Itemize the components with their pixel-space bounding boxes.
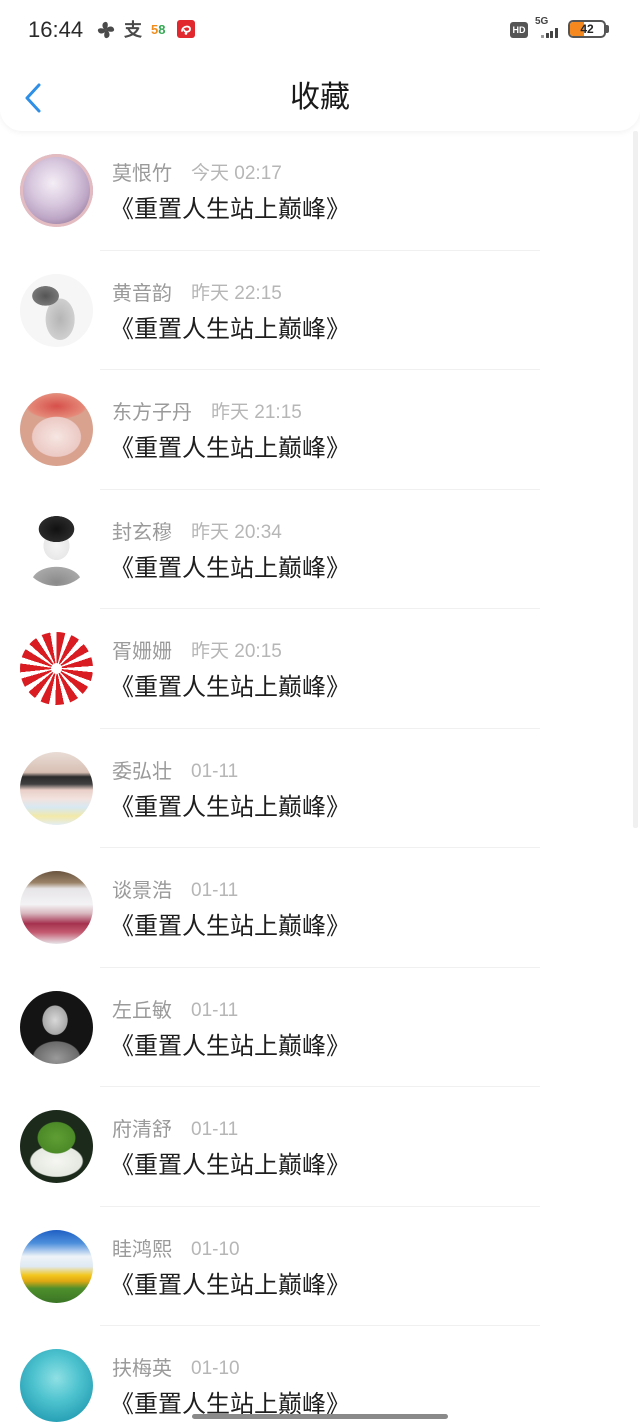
user-name: 黄音韵 <box>112 282 172 305</box>
avatar[interactable] <box>20 273 93 347</box>
avatar[interactable] <box>20 990 93 1064</box>
signal-bar <box>541 35 544 38</box>
pinwheel-icon <box>96 20 116 40</box>
list-item[interactable]: 眭鸿熙 01-10 《重置人生站上巅峰》 <box>0 1207 640 1326</box>
favorites-list[interactable]: 莫恨竹 今天 02:17 《重置人生站上巅峰》 黄音韵 昨天 22:15 《重置… <box>0 131 640 1422</box>
item-time: 01-10 <box>191 1238 240 1260</box>
list-item[interactable]: 委弘壮 01-11 《重置人生站上巅峰》 <box>0 729 640 848</box>
user-name: 胥姗姗 <box>112 641 172 663</box>
network-type: 5G <box>535 16 549 27</box>
red-app-icon <box>176 19 196 39</box>
item-time: 昨天 20:34 <box>191 521 282 543</box>
item-time: 昨天 22:15 <box>191 282 282 304</box>
item-time: 01-11 <box>191 760 239 782</box>
user-name: 封玄穆 <box>112 521 172 544</box>
item-meta: 扶梅英 01-10 <box>112 1356 240 1382</box>
item-meta: 眭鸿熙 01-10 <box>112 1237 240 1263</box>
back-button[interactable] <box>18 78 52 118</box>
item-time: 昨天 21:15 <box>211 402 302 423</box>
item-meta: 府清舒 01-11 <box>112 1117 238 1143</box>
signal-bar <box>545 33 549 38</box>
avatar[interactable] <box>20 632 93 705</box>
book-title: 《重置人生站上巅峰》 <box>110 435 350 462</box>
book-title: 《重置人生站上巅峰》 <box>110 315 350 343</box>
battery-level: 42 <box>580 22 594 36</box>
book-title: 《重置人生站上巅峰》 <box>110 1152 350 1179</box>
list-item[interactable]: 府清舒 01-11 《重置人生站上巅峰》 <box>0 1087 640 1207</box>
list-item[interactable]: 黄音韵 昨天 22:15 《重置人生站上巅峰》 <box>0 251 640 370</box>
signal-bar <box>550 31 553 38</box>
battery-tip <box>606 25 609 33</box>
status-time: 16:44 <box>28 17 84 42</box>
hd-badge: HD <box>510 22 528 38</box>
item-meta: 黄音韵 昨天 22:15 <box>112 281 282 307</box>
avatar[interactable] <box>20 871 93 944</box>
avatar[interactable] <box>20 751 93 825</box>
top-bar: 16:44 支 58 HD 5G 42 收藏 <box>0 0 640 131</box>
item-time: 昨天 20:15 <box>191 641 282 662</box>
item-meta: 东方子丹 昨天 21:15 <box>112 400 302 426</box>
signal-icon <box>541 28 559 38</box>
user-name: 莫恨竹 <box>112 163 172 185</box>
signal-bar <box>554 28 558 38</box>
alipay-icon: 支 <box>124 20 142 40</box>
item-meta: 莫恨竹 今天 02:17 <box>112 161 282 187</box>
list-item[interactable]: 东方子丹 昨天 21:15 《重置人生站上巅峰》 <box>0 370 640 490</box>
user-name: 谈景浩 <box>112 880 172 902</box>
item-meta: 谈景浩 01-11 <box>112 878 238 904</box>
user-name: 扶梅英 <box>112 1358 172 1380</box>
battery-icon: 42 <box>568 20 606 38</box>
list-item[interactable]: 胥姗姗 昨天 20:15 《重置人生站上巅峰》 <box>0 609 640 729</box>
user-name: 东方子丹 <box>112 402 192 424</box>
item-meta: 胥姗姗 昨天 20:15 <box>112 639 282 665</box>
list-item[interactable]: 莫恨竹 今天 02:17 《重置人生站上巅峰》 <box>0 131 640 251</box>
avatar[interactable] <box>20 1110 93 1183</box>
user-name: 眭鸿熙 <box>112 1238 172 1261</box>
item-meta: 委弘壮 01-11 <box>112 759 238 785</box>
item-time: 01-11 <box>191 880 239 901</box>
list-item[interactable]: 左丘敏 01-11 《重置人生站上巅峰》 <box>0 968 640 1087</box>
home-indicator[interactable] <box>192 1414 448 1419</box>
book-title: 《重置人生站上巅峰》 <box>110 913 350 940</box>
book-title: 《重置人生站上巅峰》 <box>110 1271 350 1299</box>
user-name: 左丘敏 <box>112 999 172 1022</box>
book-title: 《重置人生站上巅峰》 <box>110 196 350 223</box>
item-meta: 左丘敏 01-11 <box>112 998 238 1024</box>
book-title: 《重置人生站上巅峰》 <box>110 554 350 582</box>
avatar[interactable] <box>20 1349 93 1422</box>
item-time: 01-11 <box>191 1119 239 1140</box>
list-item[interactable]: 谈景浩 01-11 《重置人生站上巅峰》 <box>0 848 640 968</box>
avatar[interactable] <box>20 1229 93 1303</box>
book-title: 《重置人生站上巅峰》 <box>110 1032 350 1060</box>
58-app-icon: 58 <box>151 20 165 40</box>
scroll-indicator[interactable] <box>633 131 638 828</box>
user-name: 委弘壮 <box>112 760 172 783</box>
page-title: 收藏 <box>290 81 350 114</box>
list-item[interactable]: 封玄穆 昨天 20:34 《重置人生站上巅峰》 <box>0 490 640 609</box>
item-meta: 封玄穆 昨天 20:34 <box>112 520 282 546</box>
item-time: 01-11 <box>191 999 239 1021</box>
item-time: 01-10 <box>191 1358 240 1379</box>
chevron-left-icon[interactable] <box>22 82 46 114</box>
item-time: 今天 02:17 <box>191 163 282 184</box>
avatar[interactable] <box>20 154 93 227</box>
avatar[interactable] <box>20 512 93 586</box>
list-item[interactable]: 扶梅英 01-10 《重置人生站上巅峰》 <box>0 1326 640 1422</box>
user-name: 府清舒 <box>112 1119 172 1141</box>
book-title: 《重置人生站上巅峰》 <box>110 793 350 821</box>
avatar[interactable] <box>20 393 93 466</box>
book-title: 《重置人生站上巅峰》 <box>110 674 350 701</box>
